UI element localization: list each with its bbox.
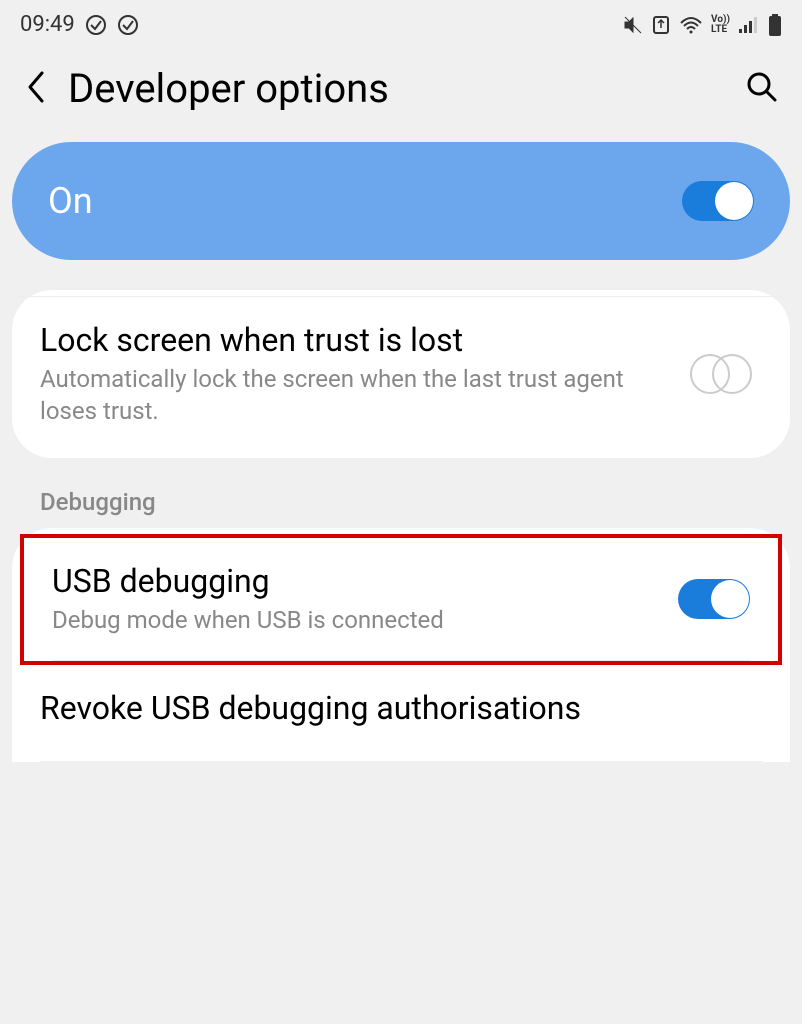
master-toggle-row[interactable]: On bbox=[12, 142, 790, 260]
setting-title: Revoke USB debugging authorisations bbox=[40, 689, 742, 727]
setting-title: USB debugging bbox=[52, 562, 658, 600]
master-toggle-switch[interactable] bbox=[682, 181, 754, 221]
search-icon bbox=[746, 71, 778, 103]
back-button[interactable] bbox=[24, 69, 48, 109]
page-title: Developer options bbox=[68, 65, 726, 112]
recycle-icon bbox=[651, 14, 671, 36]
setting-lock-screen-trust[interactable]: Lock screen when trust is lost Automatic… bbox=[12, 296, 790, 452]
chevron-left-icon bbox=[24, 69, 48, 105]
volte-icon: Vo))LTE bbox=[711, 15, 730, 35]
settings-card-trust: Lock screen when trust is lost Automatic… bbox=[12, 290, 790, 458]
signal-icon bbox=[738, 15, 760, 35]
search-button[interactable] bbox=[746, 71, 778, 107]
highlight-box: USB debugging Debug mode when USB is con… bbox=[20, 534, 782, 665]
setting-revoke-usb-auth[interactable]: Revoke USB debugging authorisations bbox=[12, 665, 790, 761]
setting-title: Lock screen when trust is lost bbox=[40, 321, 670, 359]
status-time: 09:49 bbox=[20, 12, 75, 37]
section-header-debugging: Debugging bbox=[0, 458, 802, 528]
settings-card-debugging: USB debugging Debug mode when USB is con… bbox=[12, 528, 790, 762]
wifi-icon bbox=[679, 15, 703, 35]
setting-description: Debug mode when USB is connected bbox=[52, 604, 658, 636]
notification-icon-1 bbox=[85, 14, 107, 36]
usb-debugging-toggle-switch[interactable] bbox=[678, 579, 750, 619]
master-toggle-label: On bbox=[48, 180, 93, 222]
lock-screen-toggle-switch[interactable] bbox=[690, 354, 762, 394]
status-bar: 09:49 Vo))LTE bbox=[0, 0, 802, 45]
notification-icon-2 bbox=[117, 14, 139, 36]
battery-icon bbox=[768, 14, 782, 36]
mute-icon bbox=[623, 15, 643, 35]
setting-usb-debugging[interactable]: USB debugging Debug mode when USB is con… bbox=[24, 538, 778, 660]
page-header: Developer options bbox=[0, 45, 802, 142]
setting-description: Automatically lock the screen when the l… bbox=[40, 363, 670, 428]
